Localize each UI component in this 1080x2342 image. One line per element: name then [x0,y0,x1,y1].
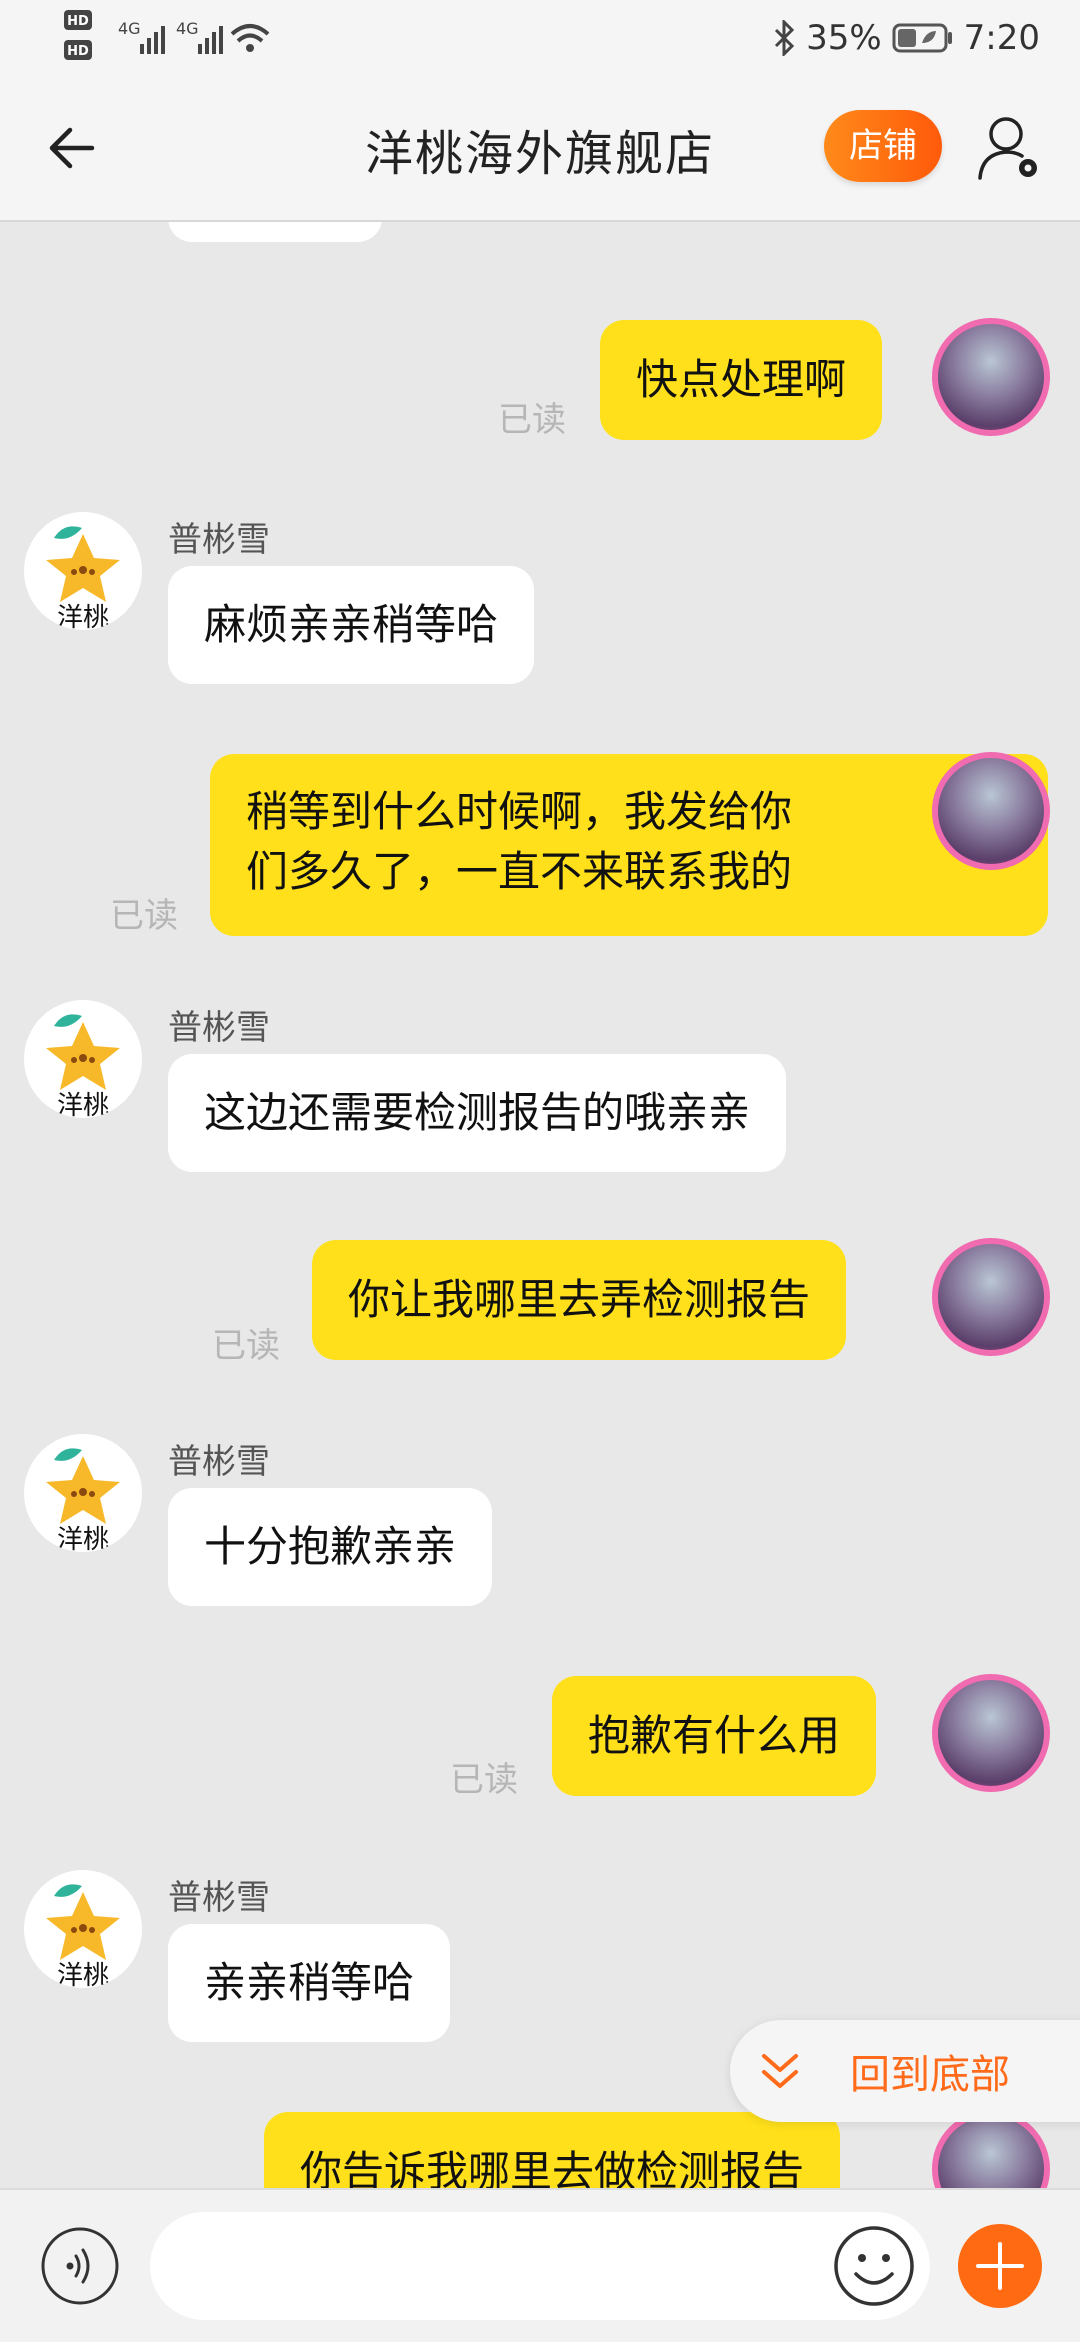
more-button[interactable] [958,2224,1042,2308]
scroll-to-bottom-button[interactable]: 回到底部 [730,2020,1080,2122]
voice-button[interactable] [40,2226,120,2306]
message-bubble-partial [168,222,382,242]
plus-icon [976,2242,1024,2290]
svg-text:4G: 4G [118,19,141,38]
avatar[interactable] [932,318,1050,436]
avatar[interactable]: 洋桃 [24,512,142,630]
read-status: 已读 [212,1326,280,1366]
message-bubble-theirs[interactable]: 麻烦亲亲稍等哈 [168,566,535,684]
starfruit-logo-icon: 洋桃 [46,1014,120,1118]
svg-text:HD: HD [67,44,89,59]
user-settings-button[interactable] [976,112,1046,184]
message-line: 们多久了，一直不来联系我的 [246,847,793,896]
sender-name: 普彬雪 [168,520,270,560]
starfruit-logo-icon: 洋桃 [46,1884,120,1988]
status-bar: HD HD 4G 4G 35% 7:20 [0,0,1080,76]
user-settings-icon [978,117,1037,180]
chat-header: 洋桃海外旗舰店 店铺 [0,76,1080,222]
svg-text:洋桃: 洋桃 [57,1091,109,1118]
message-bubble-mine[interactable]: 抱歉有什么用 [552,1676,877,1796]
input-bar [0,2188,1080,2342]
bluetooth-icon [775,20,795,56]
read-status: 已读 [450,1760,518,1800]
read-status: 已读 [110,896,178,936]
message-line: 稍等到什么时候啊，我发给你 [246,787,793,836]
status-right: 35% 7:20 [772,14,1040,62]
avatar[interactable]: 洋桃 [24,1434,142,1552]
svg-text:洋桃: 洋桃 [57,603,109,630]
double-chevron-down-icon [762,2054,798,2088]
battery-percent: 35% [806,18,882,58]
avatar[interactable] [932,1238,1050,1356]
starfruit-logo-icon: 洋桃 [46,1448,120,1552]
message-bubble-theirs[interactable]: 这边还需要检测报告的哦亲亲 [168,1054,787,1172]
avatar[interactable] [932,752,1050,870]
signal-icon: HD HD 4G 4G [64,10,270,60]
message-bubble-mine[interactable]: 你让我哪里去弄检测报告 [312,1240,847,1360]
signal-indicators: HD HD 4G 4G [64,8,304,68]
shop-button[interactable]: 店铺 [824,110,942,182]
voice-icon [41,2227,119,2305]
message-bubble-mine[interactable]: 稍等到什么时候啊，我发给你 们多久了，一直不来联系我的 [210,754,1048,936]
svg-text:4G: 4G [176,19,199,38]
avatar[interactable]: 洋桃 [24,1870,142,1988]
emoji-button[interactable] [832,2224,916,2308]
avatar[interactable]: 洋桃 [24,1000,142,1118]
message-bubble-mine[interactable]: 快点处理啊 [600,320,883,440]
smiley-icon [834,2226,914,2306]
battery-icon [892,23,952,53]
sender-name: 普彬雪 [168,1878,270,1918]
scroll-to-bottom-label: 回到底部 [850,2052,1010,2098]
svg-text:HD: HD [67,14,89,29]
svg-text:洋桃: 洋桃 [57,1961,109,1988]
clock: 7:20 [963,18,1040,58]
sender-name: 普彬雪 [168,1442,270,1482]
read-status: 已读 [498,400,566,440]
message-bubble-mine[interactable]: 你告诉我哪里去做检测报告 [264,2112,841,2188]
message-input[interactable] [150,2212,930,2320]
message-list[interactable]: 快点处理啊 已读 洋桃 普彬雪 麻烦亲亲稍等哈 稍等到什么时候啊，我发给你 们多… [0,222,1080,2188]
message-bubble-theirs[interactable]: 十分抱歉亲亲 [168,1488,493,1606]
starfruit-logo-icon: 洋桃 [46,526,120,630]
message-bubble-theirs[interactable]: 亲亲稍等哈 [168,1924,451,2042]
avatar[interactable] [932,1674,1050,1792]
svg-text:洋桃: 洋桃 [57,1525,109,1552]
sender-name: 普彬雪 [168,1008,270,1048]
